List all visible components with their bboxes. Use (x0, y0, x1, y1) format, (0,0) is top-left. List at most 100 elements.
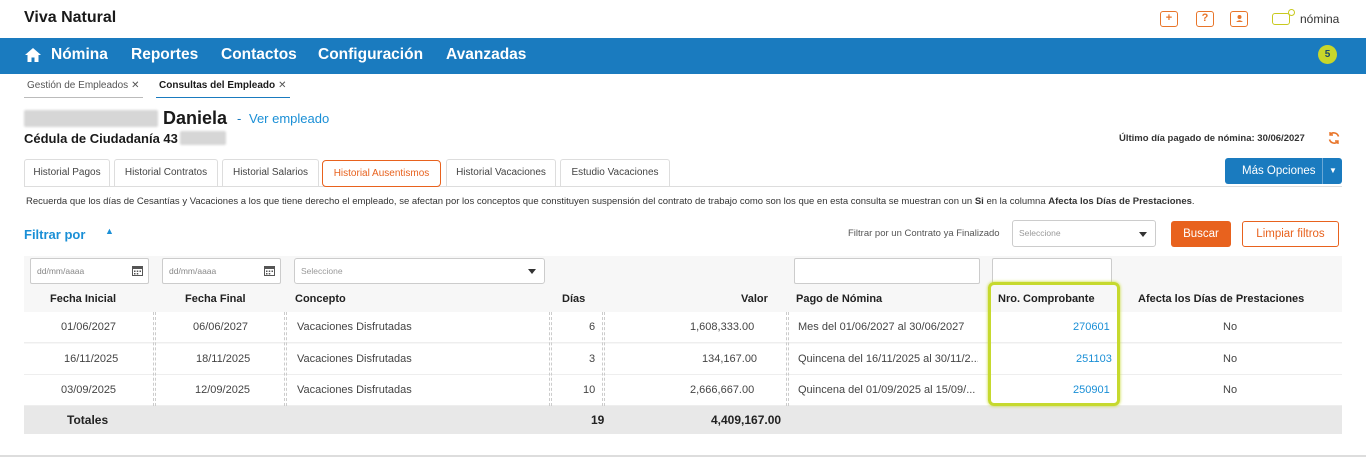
tab-historial-pagos[interactable]: Historial Pagos (24, 159, 110, 186)
cell-fecha-inicial: 01/06/2027 (61, 321, 117, 333)
col-fecha-inicial[interactable]: Fecha Inicial (50, 293, 116, 305)
tab-historial-contratos[interactable]: Historial Contratos (114, 159, 218, 186)
column-separator (153, 312, 156, 406)
notice-si: Si (974, 196, 984, 207)
start-date-placeholder: dd/mm/aaaa (37, 266, 85, 276)
last-paid-date: Último día pagado de nómina: 30/06/2027 (1119, 133, 1305, 144)
filter-toggle[interactable]: Filtrar por (24, 227, 85, 242)
cell-concepto: Vacaciones Disfrutadas (297, 321, 412, 333)
subtab-consultas-empleado[interactable]: Consultas del Empleado ✕ (156, 80, 290, 98)
cell-dias: 10 (583, 384, 596, 396)
close-icon[interactable]: ✕ (131, 80, 139, 91)
employee-id: Cédula de Ciudadanía 43 (24, 131, 178, 146)
col-pago-nomina[interactable]: Pago de Nómina (796, 293, 882, 305)
split-divider (1322, 158, 1323, 184)
cell-fecha-inicial: 03/09/2025 (61, 384, 117, 396)
voucher-link[interactable]: 251103 (1076, 353, 1112, 365)
voucher-link[interactable]: 270601 (1073, 321, 1110, 333)
notice-text-2: en la columna (983, 196, 1049, 207)
chevron-down-icon (528, 269, 536, 274)
cell-dias: 3 (589, 353, 596, 365)
subtab-gestion-empleados[interactable]: Gestión de Empleados ✕ (24, 80, 143, 98)
col-valor[interactable]: Valor (741, 293, 768, 305)
user-icon[interactable] (1230, 11, 1248, 27)
more-options-button[interactable]: Más Opciones ▼ (1225, 158, 1342, 184)
view-employee-link[interactable]: Ver empleado (249, 111, 329, 126)
calendar-icon[interactable] (132, 265, 143, 276)
voucher-link[interactable]: 250901 (1073, 384, 1110, 396)
plus-icon[interactable]: + (1160, 11, 1178, 27)
brand-logo[interactable]: Viva Natural (24, 9, 116, 27)
totals-days: 19 (591, 413, 605, 427)
more-options-label: Más Opciones (1242, 165, 1316, 177)
clear-filters-button[interactable]: Limpiar filtros (1242, 221, 1339, 247)
help-icon[interactable]: ? (1196, 11, 1214, 27)
cell-concepto: Vacaciones Disfrutadas (297, 384, 412, 396)
notification-dot-icon (1288, 9, 1295, 16)
tab-estudio-vacaciones[interactable]: Estudio Vacaciones (560, 159, 670, 186)
employee-separator: - (237, 111, 242, 126)
employee-name: Daniela (163, 108, 228, 128)
nav-contactos[interactable]: Contactos (221, 46, 297, 64)
start-date-input[interactable]: dd/mm/aaaa (30, 258, 149, 284)
home-icon[interactable] (24, 46, 42, 64)
col-nro-comprobante[interactable]: Nro. Comprobante (998, 293, 1095, 305)
payroll-filter-input[interactable] (794, 258, 980, 284)
close-icon[interactable]: ✕ (278, 80, 286, 91)
col-dias[interactable]: Días (562, 293, 585, 305)
user-name[interactable]: nómina (1300, 12, 1339, 26)
cell-valor: 2,666,667.00 (690, 384, 755, 396)
col-afecta-prestaciones[interactable]: Afecta los Días de Prestaciones (1138, 293, 1304, 305)
redacted-surname (24, 110, 158, 127)
redacted-id (180, 131, 226, 145)
chevron-down-icon (1139, 231, 1147, 237)
notice-end: . (1191, 196, 1195, 207)
voucher-filter-input[interactable] (992, 258, 1112, 284)
cell-pago-nomina: Quincena del 16/11/2025 al 30/11/2... (798, 353, 978, 365)
totals-row (24, 406, 1342, 434)
contract-select[interactable]: Seleccione (1012, 220, 1156, 247)
notification-badge[interactable]: 5 (1318, 45, 1337, 64)
contract-filter-label: Filtrar por un Contrato ya Finalizado (848, 228, 1000, 239)
cell-concepto: Vacaciones Disfrutadas (297, 353, 412, 365)
cell-fecha-final: 06/06/2027 (193, 321, 249, 333)
tabs-divider (24, 186, 1342, 187)
cell-pago-nomina: Quincena del 01/09/2025 al 15/09/... (798, 384, 976, 396)
subtab-label: Gestión de Empleados (27, 80, 129, 91)
caret-down-icon[interactable]: ▼ (1329, 166, 1337, 175)
cell-fecha-final: 12/09/2025 (195, 384, 251, 396)
cell-afecta: No (1223, 384, 1238, 396)
tab-historial-ausentismos[interactable]: Historial Ausentismos (322, 160, 441, 187)
account-icon[interactable] (1272, 13, 1290, 25)
calendar-icon[interactable] (264, 265, 275, 276)
col-fecha-final[interactable]: Fecha Final (185, 293, 246, 305)
notice-text: Recuerda que los días de Cesantías y Vac… (26, 196, 975, 207)
page-bottom-border (0, 455, 1366, 457)
subtab-label: Consultas del Empleado (159, 80, 276, 91)
concept-select[interactable]: Seleccione (294, 258, 545, 284)
cell-valor: 1,608,333.00 (690, 321, 755, 333)
refresh-icon[interactable] (1327, 131, 1341, 145)
column-separator (786, 312, 789, 406)
end-date-placeholder: dd/mm/aaaa (169, 266, 217, 276)
cell-afecta: No (1223, 353, 1238, 365)
cell-dias: 6 (589, 321, 596, 333)
nav-reportes[interactable]: Reportes (131, 46, 198, 64)
cell-valor: 134,167.00 (702, 353, 758, 365)
notice-column-name: Afecta los Días de Prestaciones (1048, 196, 1192, 207)
nav-configuracion[interactable]: Configuración (318, 46, 423, 64)
end-date-input[interactable]: dd/mm/aaaa (162, 258, 281, 284)
totals-value: 4,409,167.00 (711, 413, 782, 427)
search-button[interactable]: Buscar (1171, 221, 1231, 247)
nav-nomina[interactable]: Nómina (51, 46, 108, 64)
tab-historial-vacaciones[interactable]: Historial Vacaciones (446, 159, 556, 186)
cell-pago-nomina: Mes del 01/06/2027 al 30/06/2027 (798, 321, 965, 333)
column-separator (602, 312, 605, 406)
nav-avanzadas[interactable]: Avanzadas (446, 46, 526, 64)
column-separator (549, 312, 552, 406)
col-concepto[interactable]: Concepto (295, 293, 346, 305)
tab-historial-salarios[interactable]: Historial Salarios (222, 159, 319, 186)
concept-select-value: Seleccione (301, 266, 343, 276)
cell-fecha-final: 18/11/2025 (196, 353, 251, 365)
caret-up-icon[interactable]: ▲ (105, 226, 114, 236)
